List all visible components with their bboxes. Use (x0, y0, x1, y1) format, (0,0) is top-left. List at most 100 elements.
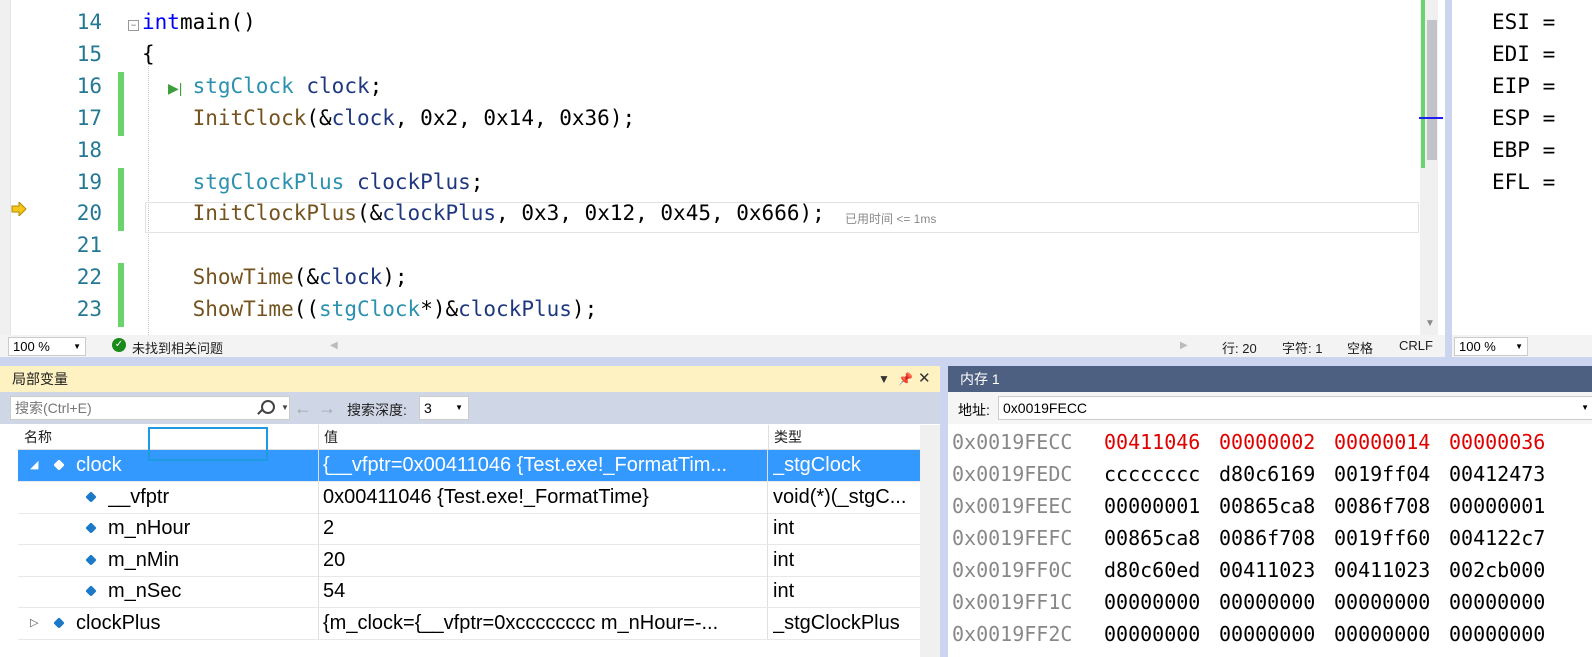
locals-row[interactable]: m_nSec 54 int (18, 576, 920, 608)
memory-value[interactable]: 00000000 (1219, 586, 1315, 618)
locals-row[interactable]: ▷ clockPlus {m_clock={__vfptr=0xcccccccc m… (18, 607, 920, 640)
locals-search-input[interactable]: 搜索(Ctrl+E) ▼ (10, 396, 290, 420)
search-icon[interactable] (261, 400, 275, 414)
window-menu-chevron-icon[interactable]: ▼ (878, 366, 890, 392)
memory-value[interactable]: 00000000 (1104, 586, 1200, 618)
memory-value[interactable]: 00000000 (1104, 618, 1200, 650)
code-line[interactable]: stgClockPlus clockPlus; (142, 170, 484, 194)
locals-window[interactable]: 局部变量 ▼ 📌 ✕ 搜索(Ctrl+E) ▼ ← → 搜索深度: 3 ▼ 名称… (0, 366, 940, 657)
search-back-icon[interactable]: ← (294, 398, 312, 419)
memory-value[interactable]: 004122c7 (1449, 522, 1545, 554)
memory-value[interactable]: 00000000 (1334, 618, 1430, 650)
code-line[interactable]: ShowTime(&clock); (142, 265, 408, 289)
locals-value-cell[interactable]: {m_clock={__vfptr=0xcccccccc m_nHour=-..… (323, 607, 768, 639)
column-header-type[interactable]: 类型 (768, 425, 920, 449)
memory-value[interactable]: 00000000 (1449, 618, 1545, 650)
memory-value[interactable]: 00000000 (1449, 586, 1545, 618)
code-line[interactable]: InitClockPlus(&clockPlus, 0x3, 0x12, 0x4… (142, 201, 825, 225)
memory-row[interactable]: 0x0019FECC 00411046 00000002 00000014 000000… (952, 426, 1592, 458)
code-editor[interactable]: − 14 15 16 17 18 19 20 21 22 23 intmain() { stgClo… (0, 0, 1445, 335)
line-indicator[interactable]: 行: 20 (1222, 338, 1257, 357)
registers-zoom-select[interactable]: 100 % ▼ (1454, 337, 1528, 356)
register-eip[interactable]: EIP = (1492, 74, 1555, 98)
memory-window[interactable]: 内存 1 地址: 0x0019FECC ▼ 0x0019FECC 00411046… (948, 366, 1592, 657)
memory-value[interactable]: 00411023 (1334, 554, 1430, 586)
locals-name-cell: m_nMin (108, 544, 319, 576)
locals-value-cell[interactable]: 54 (323, 576, 768, 607)
memory-value[interactable]: 00865ca8 (1104, 522, 1200, 554)
search-depth-select[interactable]: 3 ▼ (419, 396, 469, 420)
memory-value[interactable]: 00000002 (1219, 426, 1315, 458)
registers-pane[interactable]: EDX = ESI = EDI = EIP = ESP = EBP = EFL = (1452, 0, 1592, 335)
hscroll-right-icon[interactable]: ▶ (1180, 340, 1188, 351)
locals-value-cell[interactable]: 20 (323, 544, 768, 576)
close-icon[interactable]: ✕ (918, 366, 931, 392)
memory-row[interactable]: 0x0019FF1C 00000000 00000000 00000000 000000… (952, 586, 1592, 618)
hscroll-left-icon[interactable]: ◀ (330, 340, 338, 351)
register-edi[interactable]: EDI = (1492, 42, 1555, 66)
register-esi[interactable]: ESI = (1492, 10, 1555, 34)
address-label: 地址: (958, 402, 990, 418)
locals-value-cell[interactable]: {__vfptr=0x00411046 {Test.exe!_FormatTim… (323, 450, 768, 481)
locals-title-bar[interactable]: 局部变量 (0, 366, 940, 392)
address-input[interactable]: 0x0019FECC ▼ (998, 396, 1592, 420)
memory-value[interactable]: 00865ca8 (1219, 490, 1315, 522)
expand-arrow-icon[interactable]: ▷ (30, 608, 38, 639)
code-line[interactable]: intmain() (142, 10, 256, 34)
memory-value[interactable]: d80c60ed (1104, 554, 1200, 586)
code-token: InitClockPlus (192, 201, 357, 226)
memory-value[interactable]: 0019ff04 (1334, 458, 1430, 490)
code-line[interactable]: InitClock(&clock, 0x2, 0x14, 0x36); (142, 106, 636, 130)
register-esp[interactable]: ESP = (1492, 106, 1555, 130)
check-circle-icon: ✓ (112, 338, 126, 352)
locals-row[interactable]: __vfptr 0x00411046 {Test.exe!_FormatTime}… (18, 481, 920, 514)
scroll-down-icon[interactable]: ▼ (1425, 318, 1435, 329)
memory-value[interactable]: cccccccc (1104, 458, 1200, 490)
register-ebp[interactable]: EBP = (1492, 138, 1555, 162)
issues-status[interactable]: 未找到相关问题 (132, 338, 223, 357)
editor-scroll-thumb[interactable] (1427, 20, 1437, 160)
memory-value[interactable]: 002cb000 (1449, 554, 1545, 586)
locals-row[interactable]: m_nMin 20 int (18, 544, 920, 577)
collapse-arrow-icon[interactable]: ◢ (30, 450, 38, 481)
register-efl[interactable]: EFL = (1492, 170, 1555, 194)
whitespace-indicator[interactable]: 空格 (1347, 338, 1373, 357)
memory-value[interactable]: 0086f708 (1334, 490, 1430, 522)
column-header-value[interactable]: 值 (318, 425, 769, 449)
memory-value[interactable]: 00412473 (1449, 458, 1545, 490)
pin-icon[interactable]: 📌 (898, 366, 913, 392)
run-to-click-icon[interactable]: ▶| (168, 80, 182, 97)
memory-row[interactable]: 0x0019FF0C d80c60ed 00411023 00411023 002cb0… (952, 554, 1592, 586)
memory-value[interactable]: 00000000 (1219, 618, 1315, 650)
locals-value-cell[interactable]: 2 (323, 513, 768, 544)
char-indicator[interactable]: 字符: 1 (1282, 338, 1322, 357)
search-forward-icon[interactable]: → (318, 398, 336, 419)
register-edx[interactable]: EDX = (1492, 0, 1555, 2)
memory-title-bar[interactable]: 内存 1 (948, 366, 1592, 392)
locals-vertical-scrollbar[interactable] (920, 425, 940, 657)
memory-row[interactable]: 0x0019FEFC 00865ca8 0086f708 0019ff60 004122… (952, 522, 1592, 554)
memory-value[interactable]: 00000014 (1334, 426, 1430, 458)
memory-value[interactable]: 00000036 (1449, 426, 1545, 458)
code-line[interactable]: ShowTime((stgClock*)&clockPlus); (142, 297, 598, 321)
memory-row[interactable]: 0x0019FEEC 00000001 00865ca8 0086f708 000000… (952, 490, 1592, 522)
memory-row[interactable]: 0x0019FEDC cccccccc d80c6169 0019ff04 004124… (952, 458, 1592, 490)
memory-row[interactable]: 0x0019FF2C 00000000 00000000 00000000 000000… (952, 618, 1592, 650)
memory-value[interactable]: 0019ff60 (1334, 522, 1430, 554)
code-line[interactable]: { (142, 42, 155, 66)
memory-value[interactable]: 00000000 (1334, 586, 1430, 618)
zoom-select[interactable]: 100 % ▼ (8, 337, 86, 356)
memory-value[interactable]: 00411046 (1104, 426, 1200, 458)
search-options-chevron-icon[interactable]: ▼ (281, 397, 289, 419)
locals-value-cell[interactable]: 0x00411046 {Test.exe!_FormatTime} (323, 481, 768, 513)
memory-value[interactable]: 00000001 (1104, 490, 1200, 522)
locals-name-cell: m_nSec (108, 576, 319, 607)
locals-row[interactable]: m_nHour 2 int (18, 513, 920, 545)
memory-value[interactable]: 00411023 (1219, 554, 1315, 586)
memory-value[interactable]: 0086f708 (1219, 522, 1315, 554)
collapse-toggle-icon[interactable]: − (128, 20, 139, 31)
memory-value[interactable]: 00000001 (1449, 490, 1545, 522)
memory-value[interactable]: d80c6169 (1219, 458, 1315, 490)
line-ending-indicator[interactable]: CRLF (1399, 338, 1433, 353)
